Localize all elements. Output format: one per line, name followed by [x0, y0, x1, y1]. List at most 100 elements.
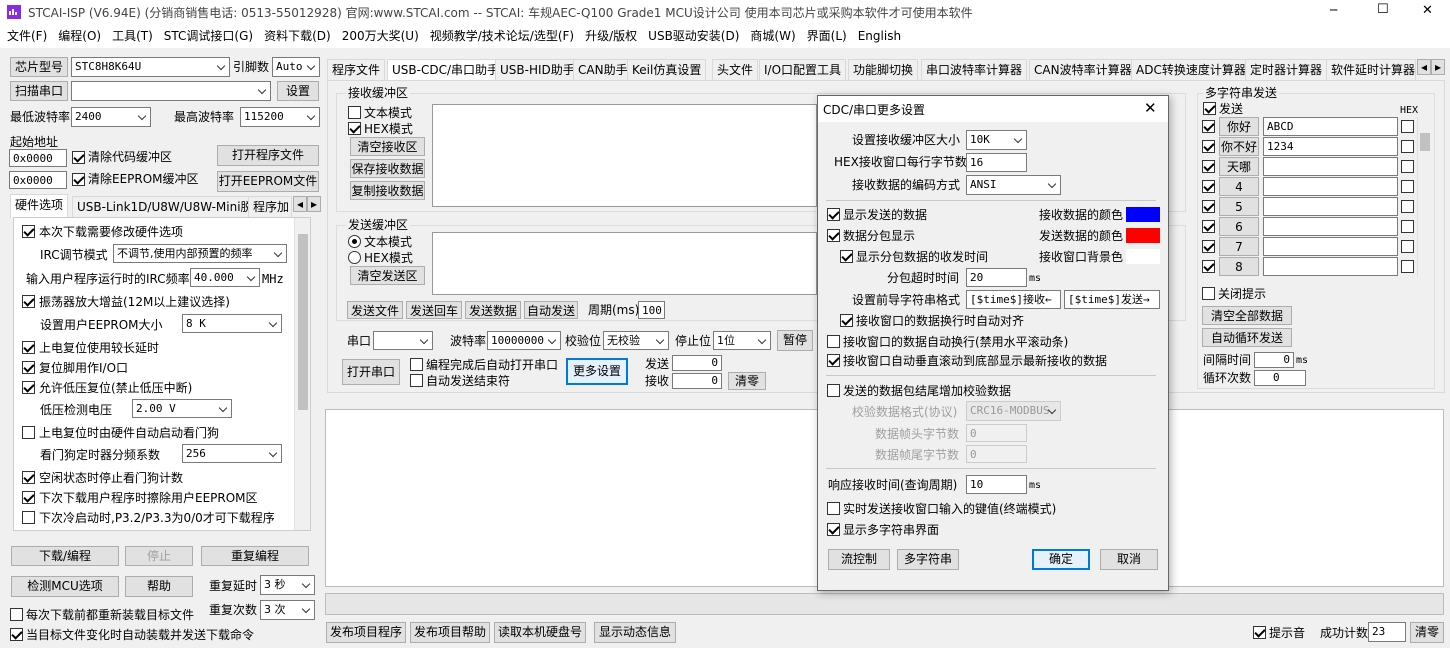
success-clear-button[interactable]: 清零 — [1410, 622, 1444, 643]
idle-wdt-checkbox[interactable] — [22, 471, 35, 484]
wdt-div-select[interactable]: 256 — [182, 444, 282, 463]
serial-port-select[interactable] — [373, 331, 433, 350]
send-hex-radio[interactable] — [348, 251, 361, 264]
multi-row-input[interactable] — [1263, 257, 1398, 276]
download-button[interactable]: 下载/编程 — [11, 546, 119, 566]
multi-row-input[interactable] — [1263, 157, 1398, 176]
wdt-auto-checkbox[interactable] — [22, 426, 35, 439]
wrap-checkbox[interactable] — [827, 335, 840, 348]
auto-open-checkbox[interactable] — [410, 358, 423, 371]
multi-row-checkbox[interactable] — [1202, 240, 1215, 253]
multi-row-checkbox[interactable] — [1202, 260, 1215, 273]
scan-port-button[interactable]: 扫描串口 — [10, 81, 68, 101]
main-tab-right[interactable]: ▸ — [1431, 59, 1445, 75]
lvd-voltage-select[interactable]: 2.00 V — [132, 399, 232, 418]
hw-scroll-thumb[interactable] — [298, 234, 308, 410]
loop-count-input[interactable]: 0 — [1254, 370, 1306, 386]
prefix-recv-input[interactable]: [$time$]接收← — [966, 290, 1061, 309]
help-button[interactable]: 帮助 — [125, 576, 193, 597]
minimize-button[interactable]: ─ — [1330, 3, 1337, 17]
more-settings-button[interactable]: 更多设置 — [566, 358, 628, 385]
stop-button[interactable]: 停止 — [125, 546, 193, 566]
publish-help-button[interactable]: 发布项目帮助 — [410, 622, 490, 643]
menu-video[interactable]: 视频教学/技术论坛/选型(F) — [430, 24, 574, 48]
clear-recv-button[interactable]: 清空接收区 — [350, 137, 425, 156]
read-disk-button[interactable]: 读取本机硬盘号 — [494, 622, 586, 643]
auto-loop-button[interactable]: 自动循环发送 — [1202, 328, 1292, 347]
cold-start-checkbox[interactable] — [22, 511, 35, 524]
menu-upgrade[interactable]: 升级/版权 — [585, 24, 637, 48]
ok-button[interactable]: 确定 — [1032, 549, 1090, 570]
realtime-checkbox[interactable] — [827, 502, 840, 515]
show-time-checkbox[interactable] — [840, 250, 853, 263]
reload-checkbox[interactable] — [10, 608, 23, 621]
multi-row-checkbox[interactable] — [1202, 120, 1215, 133]
max-baud-select[interactable]: 115200 — [240, 107, 320, 127]
multi-row-hex-checkbox[interactable] — [1401, 160, 1414, 173]
tab-usb-hid[interactable]: USB-HID助手 — [495, 59, 580, 81]
tab-can-baud[interactable]: CAN波特率计算器 — [1029, 59, 1137, 81]
multi-row-hex-checkbox[interactable] — [1401, 180, 1414, 193]
multi-row-hex-checkbox[interactable] — [1401, 260, 1414, 273]
reset-io-checkbox[interactable] — [22, 361, 35, 374]
period-input[interactable]: 100 — [638, 301, 665, 319]
clear-eeprom-checkbox[interactable] — [72, 173, 85, 186]
timeout-input[interactable]: 20 — [966, 268, 1027, 287]
tab-io-config[interactable]: I/O口配置工具 — [759, 59, 847, 81]
show-sent-checkbox[interactable] — [827, 208, 840, 221]
flow-control-button[interactable]: 流控制 — [828, 549, 890, 570]
irc-mode-select[interactable]: 不调节,使用内部预置的频率 — [113, 244, 287, 263]
multi-row-hex-checkbox[interactable] — [1401, 120, 1414, 133]
eeprom-address-input[interactable]: 0x0000 — [9, 171, 67, 189]
menu-usb-driver[interactable]: USB驱动安装(D) — [648, 24, 739, 48]
maximize-button[interactable]: ☐ — [1377, 2, 1389, 17]
send-text-area[interactable] — [432, 232, 817, 295]
auto-send-checkbox[interactable] — [10, 628, 23, 641]
open-program-button[interactable]: 打开程序文件 — [217, 145, 319, 166]
menu-interface[interactable]: 界面(L) — [807, 24, 847, 48]
auto-send-button[interactable]: 自动发送 — [524, 301, 578, 319]
clear-code-checkbox[interactable] — [72, 151, 85, 164]
irc-freq-select[interactable]: 40.000 — [190, 268, 260, 287]
auto-end-checkbox[interactable] — [410, 374, 423, 387]
send-text-radio[interactable] — [348, 235, 361, 248]
send-data-button[interactable]: 发送数据 — [465, 301, 521, 319]
clear-all-button[interactable]: 清空全部数据 — [1202, 306, 1292, 325]
open-port-button[interactable]: 打开串口 — [342, 359, 400, 385]
menu-prize[interactable]: 200万大奖(U) — [342, 24, 419, 48]
send-file-button[interactable]: 发送文件 — [347, 301, 403, 319]
menu-debug[interactable]: STC调试接口(G) — [164, 24, 253, 48]
beep-checkbox[interactable] — [1253, 626, 1266, 639]
encoding-select[interactable]: ANSI — [966, 175, 1061, 195]
align-checkbox[interactable] — [840, 314, 853, 327]
tab-scroll-left[interactable]: ◂ — [293, 196, 307, 212]
tab-usb-cdc[interactable]: USB-CDC/串口助手 — [387, 59, 505, 81]
multi-send-checkbox[interactable] — [1203, 102, 1216, 115]
multi-row-button[interactable]: 6 — [1219, 217, 1259, 236]
multi-row-hex-checkbox[interactable] — [1401, 220, 1414, 233]
text-mode-checkbox[interactable] — [348, 106, 361, 119]
open-eeprom-button[interactable]: 打开EEPROM文件 — [217, 171, 319, 192]
multi-row-input[interactable] — [1263, 237, 1398, 256]
tab-program-add[interactable]: 程序加 — [248, 196, 292, 218]
multi-row-checkbox[interactable] — [1202, 140, 1215, 153]
modify-hw-checkbox[interactable] — [22, 225, 35, 238]
multi-row-checkbox[interactable] — [1202, 160, 1215, 173]
recv-text-area[interactable] — [432, 104, 817, 207]
main-tab-left[interactable]: ◂ — [1417, 59, 1431, 75]
multi-row-input[interactable]: 1234 — [1263, 137, 1398, 156]
bg-color-swatch[interactable] — [1126, 249, 1160, 264]
menu-english[interactable]: English — [858, 24, 901, 48]
frame-tail-input[interactable]: 0 — [966, 445, 1027, 463]
tab-adc-calc[interactable]: ADC转换速度计算器 — [1131, 59, 1251, 81]
multi-row-checkbox[interactable] — [1202, 180, 1215, 193]
multi-row-button[interactable]: 8 — [1219, 257, 1259, 276]
multi-row-input[interactable] — [1263, 197, 1398, 216]
tab-pin-switch[interactable]: 功能脚切换 — [848, 59, 919, 81]
pin-count-select[interactable]: Auto — [272, 57, 320, 77]
dialog-close-icon[interactable]: ✕ — [1144, 99, 1157, 117]
split-checkbox[interactable] — [827, 229, 840, 242]
erase-eeprom-checkbox[interactable] — [22, 491, 35, 504]
settings-button[interactable]: 设置 — [277, 81, 319, 101]
autoscroll-checkbox[interactable] — [827, 354, 840, 367]
